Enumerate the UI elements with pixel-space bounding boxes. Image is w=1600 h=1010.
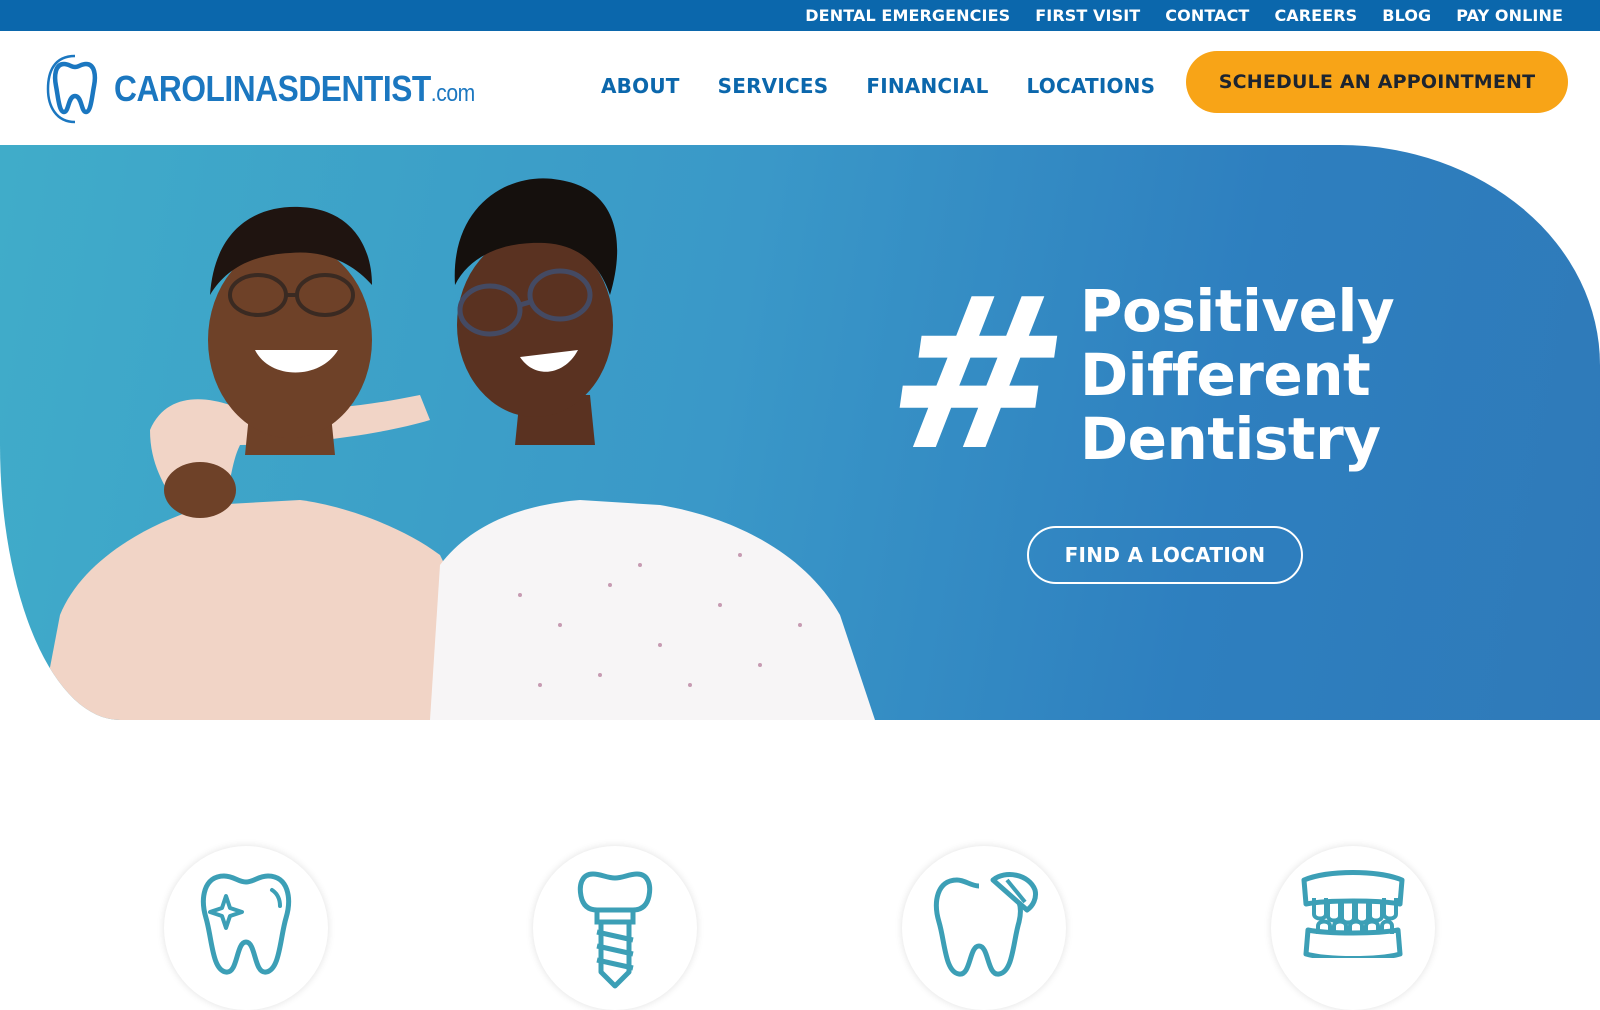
headline-line-1: Positively <box>1079 277 1395 345</box>
service-card-implants[interactable] <box>533 846 697 1010</box>
site-header: CAROLINASDENTIST.com ABOUT SERVICES FINA… <box>0 31 1600 145</box>
blog-link[interactable]: BLOG <box>1382 6 1431 25</box>
dental-emergencies-link[interactable]: DENTAL EMERGENCIES <box>805 6 1010 25</box>
headline-line-2: Different <box>1079 341 1371 409</box>
nav-services[interactable]: SERVICES <box>718 74 829 98</box>
utility-bar: DENTAL EMERGENCIES FIRST VISIT CONTACT C… <box>0 0 1600 31</box>
service-card-dentures[interactable] <box>1271 846 1435 1010</box>
hero-banner: # Positively Different Dentistry FIND A … <box>0 145 1600 720</box>
hero-photo-couple <box>40 178 875 720</box>
tooth-logo-icon <box>46 54 98 123</box>
headline-line-3: Dentistry <box>1079 405 1381 473</box>
hero-headline: # Positively Different Dentistry <box>873 252 1395 497</box>
logo-main-text: CAROLINASDENTIST <box>114 67 431 109</box>
site-logo[interactable]: CAROLINASDENTIST.com <box>44 51 524 126</box>
logo-suffix-text: .com <box>430 79 475 107</box>
schedule-appointment-button[interactable]: SCHEDULE AN APPOINTMENT <box>1186 51 1568 113</box>
nav-about[interactable]: ABOUT <box>601 74 680 98</box>
hero-headline-lines: Positively Different Dentistry <box>1079 277 1395 473</box>
hashtag-symbol: # <box>872 252 1084 497</box>
dentures-icon <box>1301 870 1405 958</box>
service-card-crowns[interactable] <box>902 846 1066 1010</box>
find-location-button[interactable]: FIND A LOCATION <box>1027 526 1303 584</box>
tooth-crown-icon <box>933 872 1038 977</box>
service-card-cosmetic[interactable] <box>164 846 328 1010</box>
careers-link[interactable]: CAREERS <box>1274 6 1357 25</box>
contact-link[interactable]: CONTACT <box>1165 6 1249 25</box>
services-icons-row <box>0 846 1600 1010</box>
logo-wordmark: CAROLINASDENTIST.com <box>114 68 475 110</box>
pay-online-link[interactable]: PAY ONLINE <box>1456 6 1563 25</box>
nav-financial[interactable]: FINANCIAL <box>866 74 988 98</box>
main-nav: ABOUT SERVICES FINANCIAL LOCATIONS <box>601 74 1193 98</box>
first-visit-link[interactable]: FIRST VISIT <box>1035 6 1140 25</box>
sparkling-tooth-icon <box>200 873 292 975</box>
dental-implant-icon <box>577 871 653 989</box>
nav-locations[interactable]: LOCATIONS <box>1027 74 1156 98</box>
